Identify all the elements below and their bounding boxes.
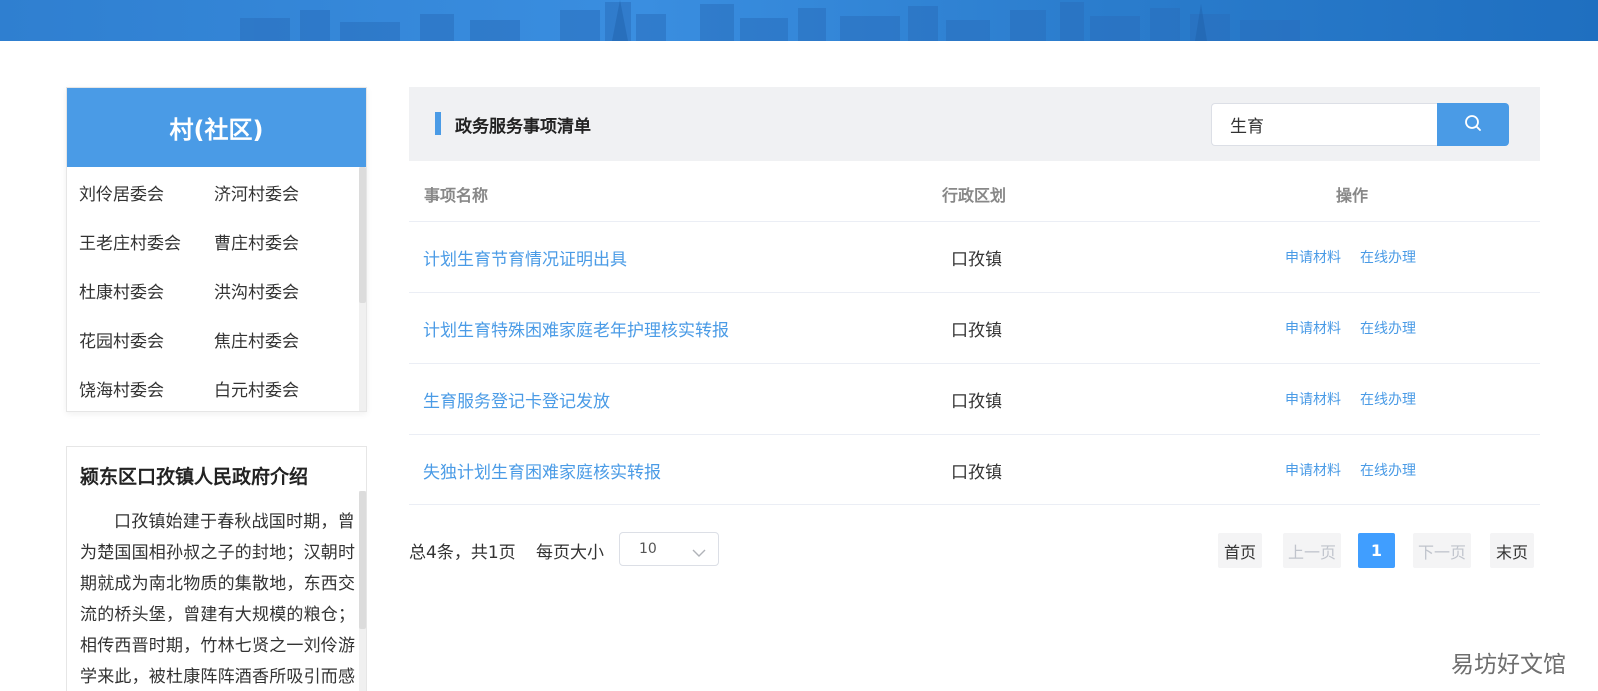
- service-name-link[interactable]: 失独计划生育困难家庭核实转报: [423, 458, 661, 483]
- service-region: 口孜镇: [951, 463, 1002, 483]
- online-apply-link[interactable]: 在线办理: [1360, 460, 1416, 480]
- intro-text: 口孜镇始建于春秋战国时期，曾为楚国国相孙叔之子的封地；汉朝时期就成为南北物质的集…: [80, 512, 356, 687]
- title-accent-bar: [435, 112, 441, 135]
- village-item[interactable]: 杜康村委会: [79, 278, 164, 303]
- service-region: 口孜镇: [951, 392, 1002, 412]
- online-apply-link[interactable]: 在线办理: [1360, 247, 1416, 267]
- search-button[interactable]: [1437, 103, 1509, 146]
- village-item[interactable]: 刘伶居委会: [79, 180, 164, 205]
- village-item[interactable]: 花园村委会: [79, 327, 164, 352]
- village-item[interactable]: 白元村委会: [214, 376, 299, 401]
- service-region: 口孜镇: [951, 250, 1002, 270]
- last-page-button[interactable]: 末页: [1490, 533, 1534, 568]
- column-header-actions: 操作: [1336, 186, 1369, 205]
- materials-link[interactable]: 申请材料: [1285, 460, 1341, 480]
- next-page-button[interactable]: 下一页: [1413, 533, 1471, 568]
- villages-scrollbar[interactable]: [359, 167, 366, 411]
- total-count: 总4条，共1页: [409, 543, 516, 563]
- city-skyline-graphic: [240, 0, 1300, 41]
- table-row: 失独计划生育困难家庭核实转报 口孜镇 申请材料 在线办理: [409, 434, 1540, 505]
- village-item[interactable]: 王老庄村委会: [79, 229, 181, 254]
- main-header: 政务服务事项清单: [409, 87, 1540, 161]
- intro-panel: 颍东区口孜镇人民政府介绍 口孜镇始建于春秋战国时期，曾为楚国国相孙叔之子的封地；…: [66, 446, 367, 691]
- village-item[interactable]: 饶海村委会: [79, 376, 164, 401]
- page-size-value: 10: [639, 541, 657, 557]
- online-apply-link[interactable]: 在线办理: [1360, 318, 1416, 338]
- villages-panel: 村(社区) 刘伶居委会 济河村委会 王老庄村委会 曹庄村委会 杜康村委会 洪沟村…: [66, 87, 367, 412]
- prev-page-button[interactable]: 上一页: [1283, 533, 1341, 568]
- table-row: 计划生育节育情况证明出具 口孜镇 申请材料 在线办理: [409, 221, 1540, 292]
- watermark-text: 易坊好文馆: [1451, 652, 1566, 678]
- villages-scrollbar-thumb[interactable]: [359, 167, 366, 303]
- service-region: 口孜镇: [951, 321, 1002, 341]
- table-row: 计划生育特殊困难家庭老年护理核实转报 口孜镇 申请材料 在线办理: [409, 292, 1540, 363]
- materials-link[interactable]: 申请材料: [1285, 247, 1341, 267]
- materials-link[interactable]: 申请材料: [1285, 318, 1341, 338]
- chevron-down-icon: [692, 543, 706, 562]
- column-header-region: 行政区划: [942, 186, 1007, 205]
- first-page-button[interactable]: 首页: [1218, 533, 1262, 568]
- materials-link[interactable]: 申请材料: [1285, 389, 1341, 409]
- page-title: 政务服务事项清单: [455, 117, 591, 137]
- search-icon: [1464, 114, 1482, 135]
- village-item[interactable]: 曹庄村委会: [214, 229, 299, 254]
- online-apply-link[interactable]: 在线办理: [1360, 389, 1416, 409]
- table-row: 生育服务登记卡登记发放 口孜镇 申请材料 在线办理: [409, 363, 1540, 434]
- page-1-button[interactable]: 1: [1358, 533, 1395, 568]
- page-size-label: 每页大小: [536, 543, 604, 563]
- service-name-link[interactable]: 生育服务登记卡登记发放: [423, 387, 610, 412]
- village-item[interactable]: 焦庄村委会: [214, 327, 299, 352]
- service-name-link[interactable]: 计划生育特殊困难家庭老年护理核实转报: [423, 316, 729, 341]
- search-input[interactable]: [1211, 103, 1437, 146]
- village-item[interactable]: 洪沟村委会: [214, 278, 299, 303]
- intro-title: 颍东区口孜镇人民政府介绍: [80, 466, 309, 488]
- intro-scrollbar[interactable]: [359, 491, 366, 691]
- service-name-link[interactable]: 计划生育节育情况证明出具: [423, 245, 627, 270]
- village-item[interactable]: 济河村委会: [214, 180, 299, 205]
- villages-title: 村(社区): [67, 88, 366, 167]
- page-size-select[interactable]: 10: [619, 532, 719, 566]
- column-header-name: 事项名称: [424, 186, 489, 205]
- intro-scrollbar-thumb[interactable]: [359, 491, 366, 629]
- top-banner: [0, 0, 1598, 41]
